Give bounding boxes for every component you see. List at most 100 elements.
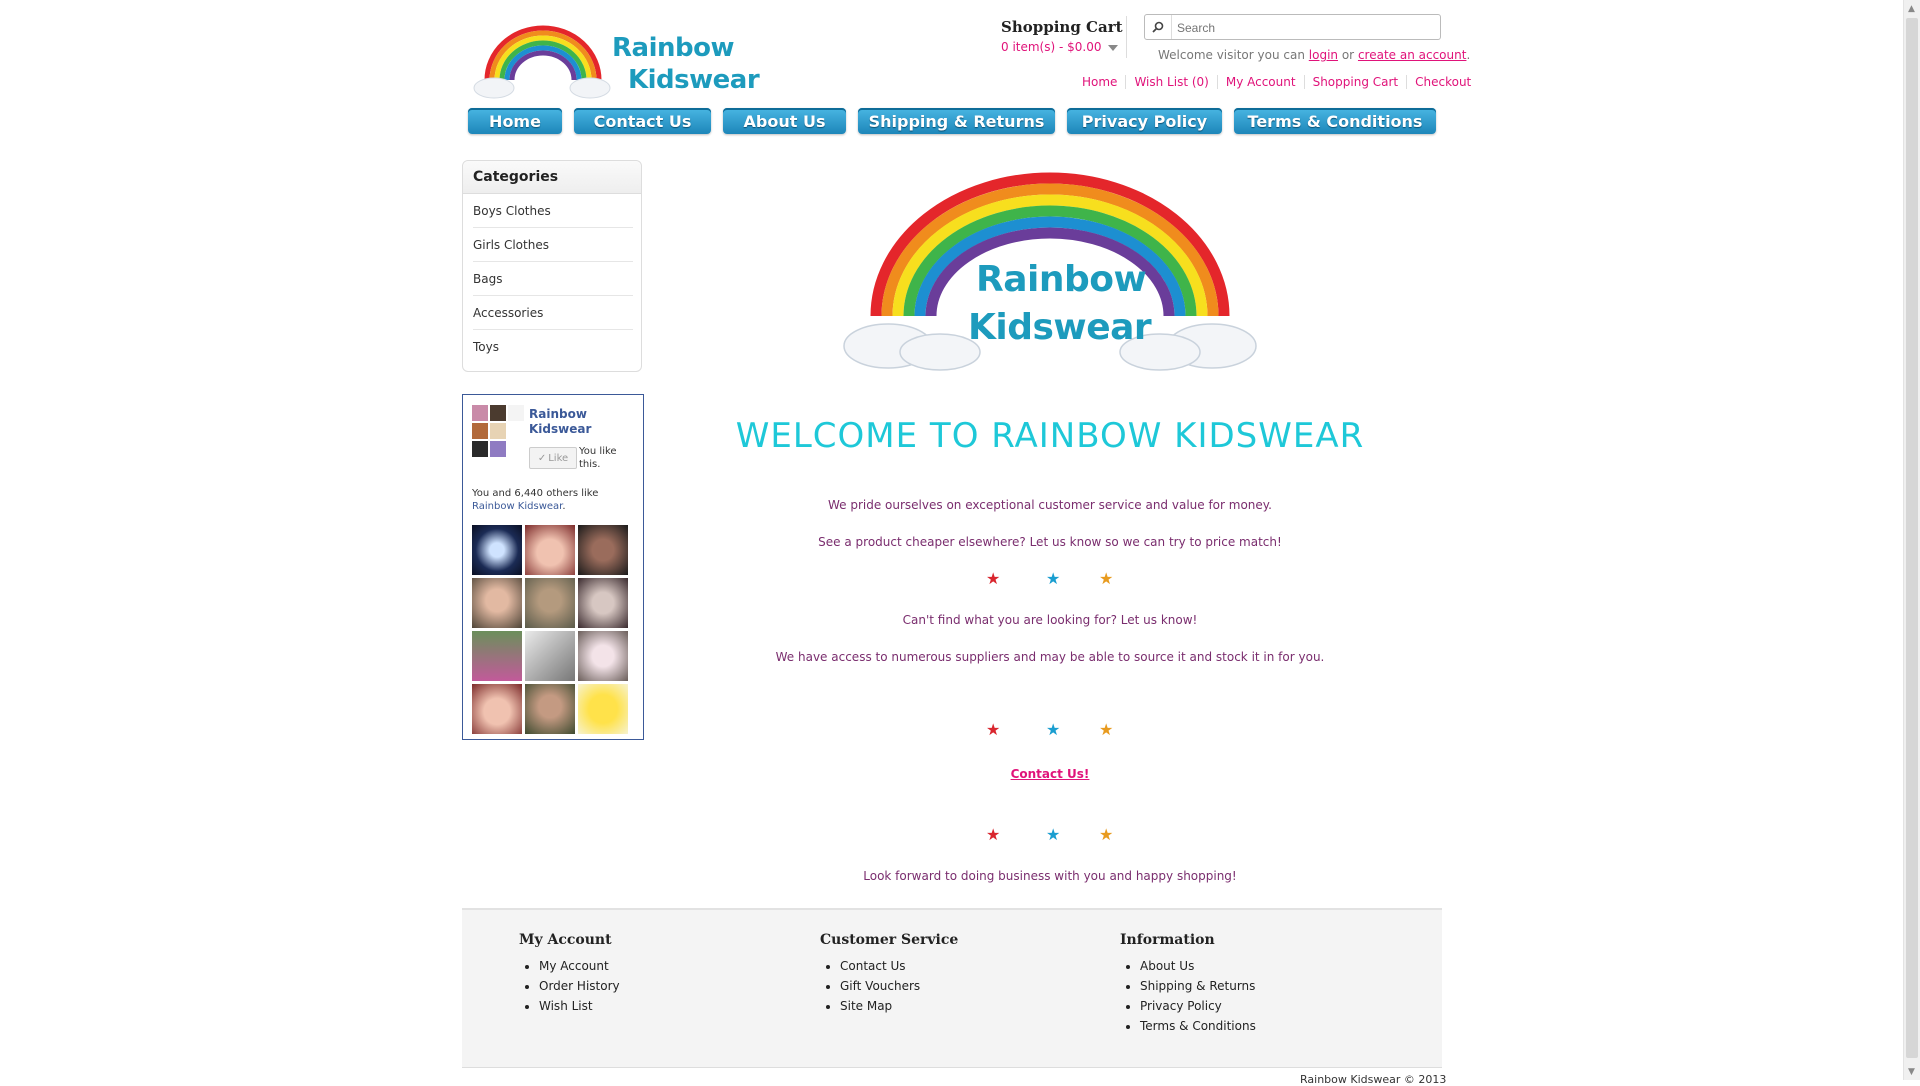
login-link[interactable]: login <box>1309 48 1338 62</box>
toplink-wish-list[interactable]: Wish List (0) <box>1126 75 1218 89</box>
facebook-like-box: Rainbow Kidswear ✓ Like You like this. Yo… <box>462 394 644 740</box>
welcome-title: WELCOME TO RAINBOW KIDSWEAR <box>735 416 1365 456</box>
chevron-down-icon <box>1107 44 1118 51</box>
logo-text-line2: Kidswear <box>628 65 760 95</box>
likes-count-suffix: . <box>562 501 566 512</box>
check-icon: ✓ <box>537 452 547 464</box>
page-name-line1: Rainbow <box>529 407 587 421</box>
fan-avatar[interactable] <box>578 631 628 681</box>
like-button-label: Like <box>548 452 569 464</box>
hero-logo-line1: Rainbow <box>976 259 1147 300</box>
you-like-text: You like this. <box>579 445 617 471</box>
category-girls-clothes[interactable]: Girls Clothes <box>473 228 633 262</box>
fan-avatar[interactable] <box>578 578 628 628</box>
star-icon: ★ <box>986 825 1001 844</box>
star-icon: ★ <box>1099 720 1114 739</box>
fan-avatar[interactable] <box>525 684 575 734</box>
footer-link[interactable]: About Us <box>1140 956 1256 976</box>
toplink-checkout[interactable]: Checkout <box>1407 75 1479 89</box>
hero-logo-line2: Kidswear <box>968 307 1152 348</box>
fan-avatar[interactable] <box>472 578 522 628</box>
footer-link[interactable]: Site Map <box>840 996 958 1016</box>
closing-paragraph: Look forward to doing business with you … <box>863 869 1237 883</box>
cart-title[interactable]: Shopping Cart <box>1001 18 1123 36</box>
intro-paragraph-3: Can't find what you are looking for? Let… <box>902 613 1198 627</box>
fan-avatar[interactable] <box>525 631 575 681</box>
contact-us-link[interactable]: Contact Us! <box>700 767 1400 781</box>
fan-avatar[interactable] <box>472 631 522 681</box>
scroll-up-icon[interactable]: ▲ <box>1903 0 1920 17</box>
fan-avatar[interactable] <box>578 525 628 575</box>
category-bags[interactable]: Bags <box>473 262 633 296</box>
star-icon: ★ <box>1046 720 1061 739</box>
page-link[interactable]: Rainbow Kidswear <box>472 501 562 512</box>
footer-link[interactable]: Contact Us <box>840 956 958 976</box>
page-name-line2: Kidswear <box>529 422 592 436</box>
likes-count-text: You and 6,440 others like <box>472 488 599 499</box>
footer-link[interactable]: Terms & Conditions <box>1140 1016 1256 1036</box>
star-divider: ★ ★ ★ <box>982 571 1122 587</box>
fan-avatars <box>472 525 628 734</box>
categories-title: Categories <box>463 161 641 194</box>
search-button[interactable] <box>1145 15 1172 39</box>
search-box <box>1144 14 1441 40</box>
intro-paragraph-4: We have access to numerous suppliers and… <box>775 650 1325 664</box>
footer: My Account My Account Order History Wish… <box>462 908 1442 1068</box>
cart-total-text: 0 item(s) - $0.00 <box>1001 40 1102 54</box>
page-avatar[interactable] <box>472 405 524 457</box>
nav-contact-us[interactable]: Contact Us <box>574 108 711 134</box>
nav-about-us[interactable]: About Us <box>723 108 846 134</box>
star-icon: ★ <box>986 569 1001 588</box>
star-divider: ★ ★ ★ <box>982 722 1122 738</box>
footer-link[interactable]: Order History <box>539 976 620 996</box>
star-icon: ★ <box>1046 825 1061 844</box>
category-toys[interactable]: Toys <box>473 330 633 363</box>
nav-privacy-policy[interactable]: Privacy Policy <box>1067 108 1222 134</box>
fan-avatar[interactable] <box>525 578 575 628</box>
like-button[interactable]: ✓ Like <box>529 447 577 469</box>
intro-paragraph-1: We pride ourselves on exceptional custom… <box>827 498 1272 512</box>
toplink-shopping-cart[interactable]: Shopping Cart <box>1305 75 1408 89</box>
search-icon <box>1152 21 1164 33</box>
footer-link[interactable]: Shipping & Returns <box>1140 976 1256 996</box>
footer-column-information: Information About Us Shipping & Returns … <box>1120 932 1256 1036</box>
category-boys-clothes[interactable]: Boys Clothes <box>473 194 633 228</box>
you-like-line1: You like <box>579 446 617 457</box>
footer-link[interactable]: Privacy Policy <box>1140 996 1256 1016</box>
footer-column-my-account: My Account My Account Order History Wish… <box>519 932 620 1016</box>
fan-avatar[interactable] <box>472 525 522 575</box>
star-icon: ★ <box>1046 569 1061 588</box>
nav-shipping-returns[interactable]: Shipping & Returns <box>858 108 1055 134</box>
site-logo[interactable]: Rainbow Kidswear <box>472 18 762 103</box>
categories-box: Categories Boys Clothes Girls Clothes Ba… <box>462 160 642 372</box>
fan-avatar[interactable] <box>525 525 575 575</box>
footer-column-customer-service: Customer Service Contact Us Gift Voucher… <box>820 932 958 1016</box>
category-accessories[interactable]: Accessories <box>473 296 633 330</box>
fan-avatar[interactable] <box>472 684 522 734</box>
likes-count: You and 6,440 others like Rainbow Kidswe… <box>472 487 638 513</box>
fan-avatar[interactable] <box>578 684 628 734</box>
star-icon: ★ <box>1099 569 1114 588</box>
footer-link[interactable]: My Account <box>539 956 620 976</box>
cart-total[interactable]: 0 item(s) - $0.00 <box>1001 40 1118 54</box>
toplink-home[interactable]: Home <box>1074 75 1127 89</box>
top-links: Home Wish List (0) My Account Shopping C… <box>1074 75 1479 89</box>
footer-heading: Customer Service <box>820 932 959 948</box>
search-input[interactable] <box>1175 17 1434 39</box>
toplink-my-account[interactable]: My Account <box>1218 75 1305 89</box>
scrollbar-thumb[interactable] <box>1906 18 1918 1058</box>
footer-heading: Information <box>1120 932 1215 948</box>
you-like-line2: this. <box>579 459 601 470</box>
star-icon: ★ <box>986 720 1001 739</box>
nav-terms-conditions[interactable]: Terms & Conditions <box>1234 108 1436 134</box>
footer-link[interactable]: Gift Vouchers <box>840 976 958 996</box>
page-name[interactable]: Rainbow Kidswear <box>529 407 591 437</box>
welcome-or: or <box>1341 48 1355 62</box>
scroll-down-icon[interactable]: ▼ <box>1903 1063 1920 1080</box>
footer-link[interactable]: Wish List <box>539 996 620 1016</box>
welcome-message: Welcome visitor you can login or create … <box>1158 48 1470 62</box>
logo-text-line1: Rainbow <box>612 33 734 63</box>
nav-home[interactable]: Home <box>468 108 562 134</box>
star-icon: ★ <box>1099 825 1114 844</box>
create-account-link[interactable]: create an account <box>1358 48 1467 62</box>
